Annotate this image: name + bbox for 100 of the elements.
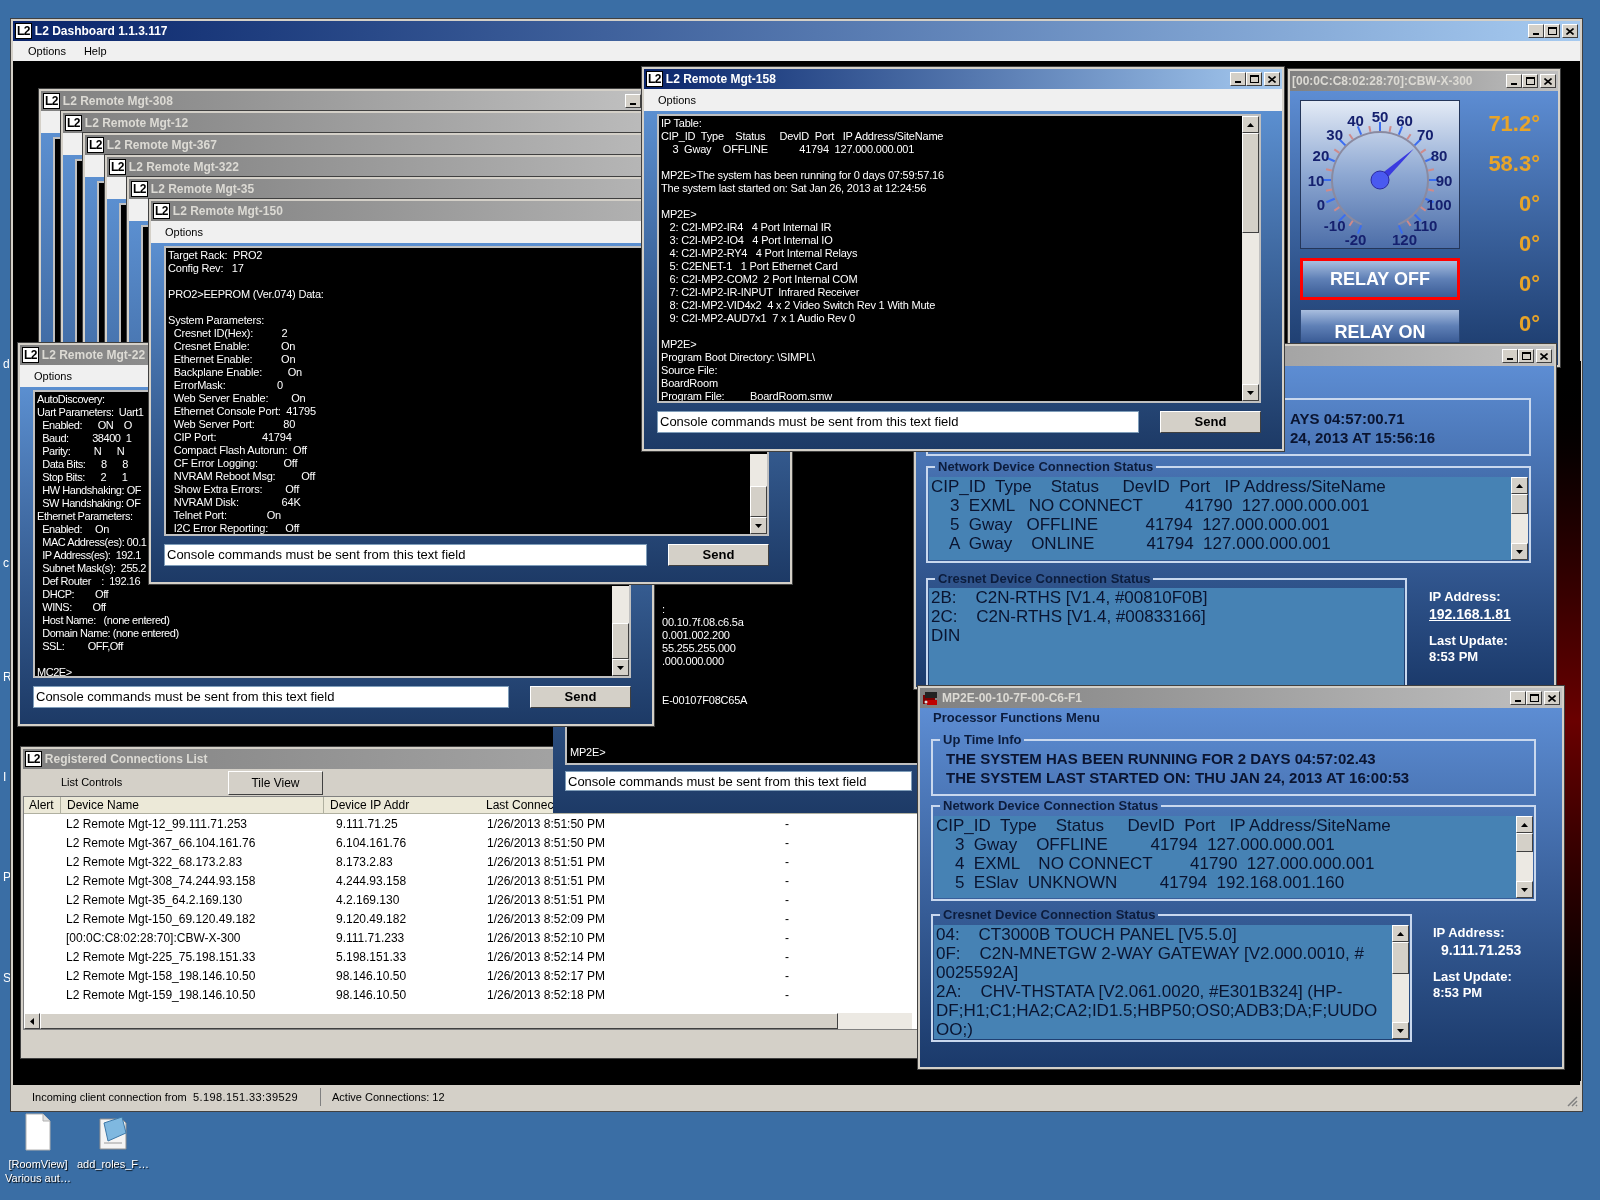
table-cell-text: 1/26/2013 8:51:51 PM [486,853,607,871]
ip-address[interactable]: 192.168.1.81 [1429,606,1511,623]
logo: L2 [15,23,32,39]
minimize-button[interactable] [1506,74,1522,88]
console-line: E-00107F08C65A [662,694,748,707]
console-line: The system last started on: Sat Jan 26, 2013 at 12:24:56 [661,182,927,195]
command-field[interactable]: Console commands must be sent from this text field [657,411,1139,433]
document-icon[interactable] [25,1113,51,1151]
console-line: 4: C2I-MP2-RY4 4 Port Internal Relays [668,247,858,260]
console-line: Ethernet Enable: On [172,353,296,366]
tile-view-button[interactable]: Tile View [228,770,323,795]
gauge-label: 60 [1396,112,1413,130]
column-header[interactable]: Device IP Addr [323,797,480,813]
menu-item[interactable]: Help [83,42,107,60]
console-line: Subnet Mask(s): 255.2 [41,562,147,575]
minimize-button[interactable] [1528,24,1544,38]
console-line: NVRAM Reboot Msg: Off [172,470,316,483]
temperature-reading: 0° [1518,269,1540,298]
console-line: Def Router : 192.16 [41,575,141,588]
scrollbar[interactable] [1392,925,1409,1039]
list-line: 5 ESlav UNKNOWN 41794 192.168.001.160 [953,873,1345,892]
command-field[interactable]: Console commands must be sent from this text field [33,686,509,708]
close-button[interactable] [1544,691,1560,705]
console-line: Compact Flash Autorun: Off [172,444,307,457]
console-line: 0.001.002.200 [662,629,730,642]
menu-item[interactable]: Options [165,223,203,241]
send-button[interactable]: Send [1160,411,1261,433]
minimize-button[interactable] [1502,349,1518,363]
console-line: 00.10.7f.08.c6.5a [662,616,744,629]
minimize-button[interactable] [1510,691,1526,705]
gauge-label: 70 [1416,126,1434,144]
maximize-button[interactable] [1544,24,1560,38]
maximize-button[interactable] [1526,691,1542,705]
logo: L2 [131,181,148,197]
list-line: 04: CT3000B TOUCH PANEL [V5.5.0] [936,925,1237,944]
console-line: SSL: OFF,Off [41,640,123,653]
list-line: CIP_ID Type Status DevID Port IP Address/SiteName [936,816,1391,835]
console-line: CF Error Logging: Off [172,457,298,470]
table-cell-text: - [785,948,789,966]
table-cell-text: L2 Remote Mgt-225_75.198.151.33 [65,948,257,966]
console-line: Program Boot Directory: \SIMPL\ [661,351,815,364]
minimize-button[interactable] [625,94,641,108]
close-icon [1268,75,1276,83]
group-label: Cresnet Device Connection Status [937,572,1152,586]
console-line: DHCP: Off [41,588,109,601]
scrollbar[interactable] [1511,477,1528,560]
scrollbar[interactable] [612,586,629,676]
close-button[interactable] [1540,74,1556,88]
panel-title: Processor Functions Menu [933,711,1100,725]
console-line: 2: C2I-MP2-IR4 4 Port Internal IR [668,221,832,234]
console-line: 55.255.255.000 [662,642,736,655]
scrollbar-thumb[interactable] [1242,133,1259,234]
console-line: CIP Port: 41794 [172,431,292,444]
console-line: I2C Error Reporting: Off [172,522,300,534]
command-field[interactable]: Console commands must be sent from this text field [164,544,647,566]
console-line: Config Rev: 17 [168,262,244,275]
gauge-label: 50 [1371,107,1389,125]
table-cell-text: 98.146.10.50 [335,967,408,985]
window-title: Registered Connections List [44,751,208,768]
scrollbar-thumb[interactable] [750,485,767,517]
logo: L2 [109,159,126,175]
scrollbar-thumb[interactable] [1516,833,1533,853]
maximize-button[interactable] [1518,349,1534,363]
scrollbar[interactable] [1516,816,1533,898]
window-title: L2 Dashboard 1.1.3.117 [34,23,168,40]
menu-item[interactable]: Options [658,91,696,109]
menu-item[interactable]: Options [28,42,66,60]
toolbar-label: List Controls [61,775,124,791]
minimize-button[interactable] [1230,72,1246,86]
desktop-icon-label: c [3,556,9,570]
resize-grip-icon[interactable] [1566,1095,1578,1107]
maximize-button[interactable] [1522,74,1538,88]
close-button[interactable] [1264,72,1280,86]
maximize-button[interactable] [1246,72,1262,86]
relay-button[interactable]: RELAY OFF [1300,258,1460,300]
scrollbar[interactable] [1242,116,1259,401]
table-cell-text: L2 Remote Mgt-308_74.244.93.158 [65,872,257,890]
command-field[interactable]: Console commands must be sent from this text field [565,771,912,791]
close-button[interactable] [1536,349,1552,363]
console-line: MP2E> [570,746,606,759]
table-cell-text: - [785,872,789,890]
menu-item[interactable]: Options [34,367,72,385]
desktop-icon-label: d [3,357,10,371]
console-line: Ethernet Console Port: 41795 [172,405,316,418]
window-title: L2 Remote Mgt-35 [150,181,255,198]
scrollbar-thumb[interactable] [1511,494,1528,514]
column-header[interactable]: Device Name [60,797,323,813]
send-button[interactable]: Send [668,544,769,566]
column-header[interactable]: Last Connec [480,797,554,813]
table-cell-text: 1/26/2013 8:52:17 PM [486,967,607,985]
console-line: Target Rack: PRO2 [168,249,263,262]
scrollbar-thumb[interactable] [1392,942,1409,974]
console-line: 9: C2I-MP2-AUD7x1 7 x 1 Audio Rev 0 [668,312,855,325]
relay-button[interactable]: RELAY ON [1300,309,1460,342]
send-button[interactable]: Send [530,686,631,708]
column-header[interactable]: Alert [24,797,60,813]
gauge-label: 40 [1347,112,1364,130]
close-button[interactable] [1562,24,1578,38]
scrollbar[interactable] [750,454,767,534]
scrollbar-thumb[interactable] [612,622,629,659]
